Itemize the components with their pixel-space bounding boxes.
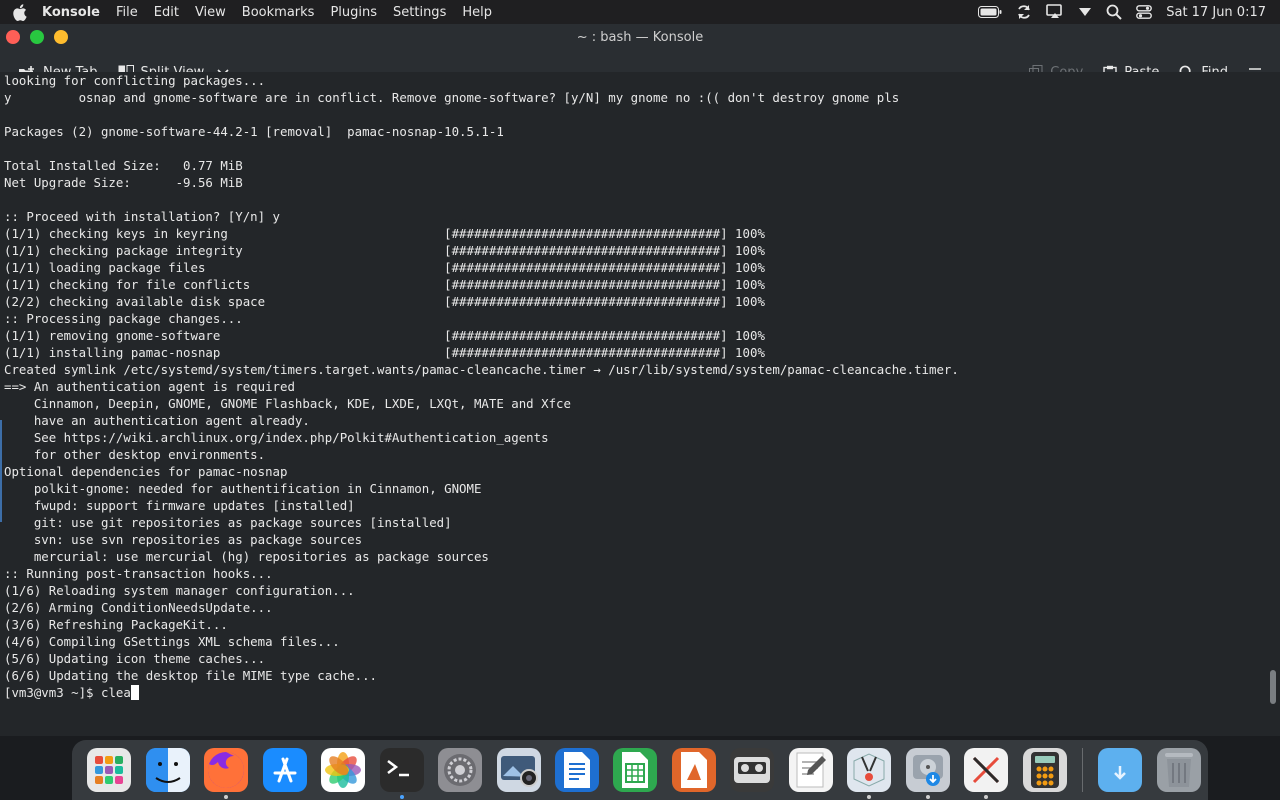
- terminal-scrollbar[interactable]: [1266, 72, 1280, 712]
- dock-item-calculator[interactable]: [1021, 745, 1069, 795]
- apple-menu[interactable]: [0, 3, 38, 21]
- sync-icon[interactable]: [1016, 4, 1032, 20]
- dock-item-app-store[interactable]: [260, 745, 308, 795]
- maximize-window-button[interactable]: [54, 30, 68, 44]
- running-indicator: [867, 795, 872, 799]
- firefox-icon: [204, 748, 249, 792]
- tape-icon: [730, 748, 775, 792]
- menu-help[interactable]: Help: [454, 5, 500, 20]
- dock: [72, 740, 1208, 800]
- system-preferences-icon: [438, 748, 483, 792]
- terminal-icon: [379, 748, 424, 792]
- menu-file[interactable]: File: [108, 5, 146, 20]
- archive-tool-icon: [847, 748, 892, 792]
- dock-item-impress[interactable]: [670, 745, 718, 795]
- menu-app-konsole[interactable]: Konsole: [38, 5, 108, 20]
- dock-item-screenshot[interactable]: [494, 745, 542, 795]
- dock-item-system-preferences[interactable]: [436, 745, 484, 795]
- launchpad-icon: [87, 748, 132, 792]
- wifi-dropdown-icon[interactable]: [1078, 7, 1092, 17]
- dock-item-terminal[interactable]: [377, 745, 425, 799]
- photos-icon: [321, 748, 366, 792]
- dock-item-finder[interactable]: [143, 745, 191, 795]
- menu-bar: Konsole File Edit View Bookmarks Plugins…: [0, 0, 1280, 24]
- dock-item-text-editor[interactable]: [787, 745, 835, 795]
- close-window-button[interactable]: [6, 30, 20, 44]
- text-editor-icon: [788, 748, 833, 792]
- spotlight-search-icon[interactable]: [1106, 4, 1122, 20]
- dock-item-downloads-folder[interactable]: [1096, 745, 1144, 795]
- menu-bookmarks[interactable]: Bookmarks: [234, 5, 323, 20]
- menubar-clock[interactable]: Sat 17 Jun 0:17: [1166, 5, 1266, 20]
- dock-item-firefox[interactable]: [202, 745, 250, 799]
- screen-mirror-icon[interactable]: [1046, 4, 1064, 20]
- menu-view[interactable]: View: [187, 5, 234, 20]
- apple-icon: [12, 3, 27, 21]
- dock-item-archive-tool[interactable]: [845, 745, 893, 799]
- command-input[interactable]: clea: [101, 685, 131, 700]
- app-store-icon: [262, 748, 307, 792]
- window-titlebar[interactable]: ~ : bash — Konsole: [0, 24, 1280, 50]
- running-indicator: [399, 795, 404, 799]
- dock-item-calc[interactable]: [611, 745, 659, 795]
- menu-edit[interactable]: Edit: [146, 5, 187, 20]
- terminal-output: looking for conflicting packages... y os…: [4, 72, 1262, 701]
- calculator-icon: [1022, 748, 1067, 792]
- screenshot-icon: [496, 748, 541, 792]
- window-title: ~ : bash — Konsole: [576, 29, 704, 45]
- minimize-window-button[interactable]: [30, 30, 44, 44]
- scrollbar-thumb[interactable]: [1270, 670, 1276, 704]
- battery-icon[interactable]: [978, 6, 1002, 18]
- running-indicator: [925, 795, 930, 799]
- running-indicator: [984, 795, 989, 799]
- dock-item-photos[interactable]: [319, 745, 367, 795]
- xcode-x-icon: [964, 748, 1009, 792]
- trash-icon: [1156, 748, 1201, 792]
- dock-item-tape[interactable]: [728, 745, 776, 795]
- terminal-output-text: looking for conflicting packages... y os…: [4, 73, 959, 683]
- menu-plugins[interactable]: Plugins: [322, 5, 385, 20]
- menu-settings[interactable]: Settings: [385, 5, 454, 20]
- dock-item-trash[interactable]: [1154, 745, 1202, 795]
- running-indicator: [224, 795, 229, 799]
- finder-icon: [145, 748, 190, 792]
- control-center-icon[interactable]: [1136, 5, 1153, 19]
- impress-icon: [671, 748, 716, 792]
- dock-item-xcode-x[interactable]: [962, 745, 1010, 799]
- dock-separator: [1081, 748, 1083, 792]
- selection-marker: [0, 420, 2, 522]
- shell-prompt: [vm3@vm3 ~]$: [4, 685, 101, 700]
- writer-icon: [554, 748, 599, 792]
- dock-item-writer[interactable]: [553, 745, 601, 795]
- downloads-folder-icon: [1098, 748, 1143, 792]
- calc-icon: [613, 748, 658, 792]
- disk-utility-icon: [905, 748, 950, 792]
- dock-item-launchpad[interactable]: [85, 745, 133, 795]
- text-cursor: [130, 685, 139, 700]
- window-controls: [0, 30, 68, 44]
- terminal-view[interactable]: looking for conflicting packages... y os…: [0, 72, 1266, 712]
- dock-item-disk-utility[interactable]: [904, 745, 952, 799]
